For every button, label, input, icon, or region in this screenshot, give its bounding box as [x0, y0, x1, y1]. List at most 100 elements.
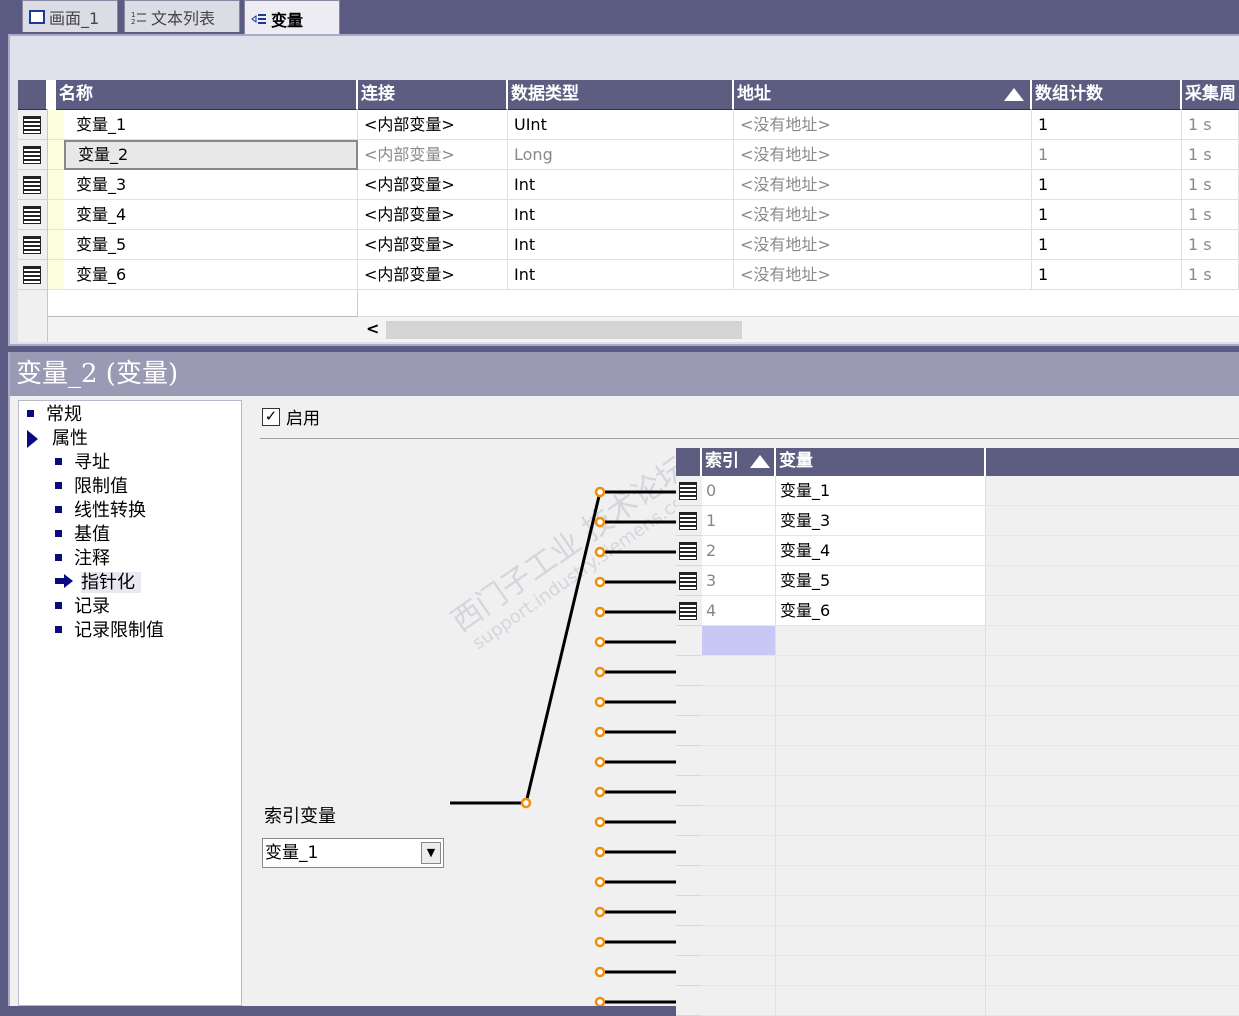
mux-cell-index[interactable]	[702, 956, 776, 986]
mux-row-header[interactable]	[676, 566, 702, 596]
tree-item[interactable]: 基值	[55, 523, 110, 547]
mux-cell-index[interactable]	[702, 896, 776, 926]
mux-row-header[interactable]	[676, 716, 702, 746]
mux-cell-tag[interactable]: 变量_3	[776, 506, 986, 536]
tree-item[interactable]: 指针化	[55, 571, 141, 595]
mux-cell-tag[interactable]	[776, 746, 986, 776]
mux-cell-index[interactable]	[702, 656, 776, 686]
mux-row-header[interactable]	[676, 626, 702, 656]
cell-type[interactable]: Int	[508, 200, 734, 230]
mux-cell-index[interactable]: 4	[702, 596, 776, 626]
mux-cell-index[interactable]	[702, 686, 776, 716]
mux-row-header[interactable]	[676, 506, 702, 536]
mux-cell-tag[interactable]	[776, 866, 986, 896]
cell-type[interactable]: Int	[508, 230, 734, 260]
cell-name[interactable]: 变量_6	[64, 260, 358, 290]
mux-cell-tag[interactable]	[776, 716, 986, 746]
mux-row-header[interactable]	[676, 686, 702, 716]
tab-tags[interactable]: 变量	[244, 0, 340, 36]
mux-cell-tag[interactable]	[776, 656, 986, 686]
cell-address[interactable]: <没有地址>	[734, 140, 1032, 170]
row-header[interactable]	[18, 140, 48, 170]
column-header-connection[interactable]: 连接	[358, 80, 508, 110]
mux-cell-index[interactable]	[702, 926, 776, 956]
column-header-tag[interactable]: 变量	[776, 448, 986, 476]
tree-item[interactable]: 寻址	[55, 451, 110, 475]
cell-cycle[interactable]: 1 s	[1182, 200, 1239, 230]
column-header-datatype[interactable]: 数据类型	[508, 80, 734, 110]
cell-type[interactable]: Int	[508, 170, 734, 200]
row-header[interactable]	[18, 110, 48, 140]
cell-connection[interactable]: <内部变量>	[358, 110, 508, 140]
tree-item[interactable]: 记录限制值	[55, 619, 164, 643]
mux-cell-index[interactable]	[702, 806, 776, 836]
cell-connection[interactable]: <内部变量>	[358, 140, 508, 170]
cell-name[interactable]: 变量_2	[64, 140, 358, 170]
mux-cell-index[interactable]	[702, 716, 776, 746]
cell-address[interactable]: <没有地址>	[734, 200, 1032, 230]
cell-cycle[interactable]: 1 s	[1182, 260, 1239, 290]
tab-screen-1[interactable]: 画面_1	[22, 0, 118, 32]
cell-count[interactable]: 1	[1032, 110, 1182, 140]
mux-cell-index[interactable]	[702, 986, 776, 1016]
mux-cell-tag[interactable]: 变量_5	[776, 566, 986, 596]
mux-row-header[interactable]	[676, 746, 702, 776]
mux-cell-tag[interactable]	[776, 956, 986, 986]
mux-cell-tag[interactable]	[776, 776, 986, 806]
cell-address[interactable]: <没有地址>	[734, 230, 1032, 260]
column-header-index[interactable]: 索引	[702, 448, 776, 476]
cell-count[interactable]: 1	[1032, 230, 1182, 260]
mux-cell-tag[interactable]: 变量_1	[776, 476, 986, 506]
column-header-array-count[interactable]: 数组计数	[1032, 80, 1182, 110]
cell-address[interactable]: <没有地址>	[734, 110, 1032, 140]
row-header[interactable]	[18, 260, 48, 290]
mux-row-header[interactable]	[676, 806, 702, 836]
tree-item[interactable]: 注释	[55, 547, 110, 571]
cell-name[interactable]: 变量_5	[64, 230, 358, 260]
mux-row-header[interactable]	[676, 596, 702, 626]
mux-cell-tag[interactable]: 变量_6	[776, 596, 986, 626]
mux-row-header[interactable]	[676, 836, 702, 866]
cell-cycle[interactable]: 1 s	[1182, 110, 1239, 140]
mux-cell-tag[interactable]	[776, 806, 986, 836]
cell-connection[interactable]: <内部变量>	[358, 260, 508, 290]
cell-name[interactable]: 变量_4	[64, 200, 358, 230]
mux-cell-tag[interactable]: 变量_4	[776, 536, 986, 566]
mux-row-header[interactable]	[676, 476, 702, 506]
mux-cell-index[interactable]	[702, 776, 776, 806]
cell-type[interactable]: Long	[508, 140, 734, 170]
mux-cell-tag[interactable]	[776, 626, 986, 656]
mux-cell-tag[interactable]	[776, 686, 986, 716]
column-header-name[interactable]: 名称	[56, 80, 358, 110]
mux-cell-index[interactable]: 3	[702, 566, 776, 596]
scrollbar-thumb[interactable]	[386, 321, 742, 339]
mux-cell-tag[interactable]	[776, 986, 986, 1016]
tab-text-list[interactable]: 12 文本列表	[124, 0, 240, 32]
tree-item[interactable]: 记录	[55, 595, 110, 619]
scroll-left-button[interactable]: <	[366, 319, 379, 338]
mux-row-header[interactable]	[676, 896, 702, 926]
cell-connection[interactable]: <内部变量>	[358, 200, 508, 230]
mux-row-header[interactable]	[676, 656, 702, 686]
cell-cycle[interactable]: 1 s	[1182, 170, 1239, 200]
cell-address[interactable]: <没有地址>	[734, 260, 1032, 290]
cell-count[interactable]: 1	[1032, 260, 1182, 290]
mux-row-header[interactable]	[676, 986, 702, 1016]
cell-type[interactable]: UInt	[508, 110, 734, 140]
horizontal-scrollbar[interactable]: <	[358, 316, 1239, 342]
mux-cell-index[interactable]: 0	[702, 476, 776, 506]
cell-count[interactable]: 1	[1032, 200, 1182, 230]
cell-count[interactable]: 1	[1032, 140, 1182, 170]
mux-cell-index[interactable]	[702, 836, 776, 866]
mux-cell-index[interactable]: 1	[702, 506, 776, 536]
mux-cell-index[interactable]: 2	[702, 536, 776, 566]
mux-row-header[interactable]	[676, 926, 702, 956]
cell-address[interactable]: <没有地址>	[734, 170, 1032, 200]
cell-cycle[interactable]: 1 s	[1182, 140, 1239, 170]
cell-count[interactable]: 1	[1032, 170, 1182, 200]
cell-connection[interactable]: <内部变量>	[358, 230, 508, 260]
mux-cell-tag[interactable]	[776, 836, 986, 866]
row-header[interactable]	[18, 170, 48, 200]
row-header[interactable]	[18, 200, 48, 230]
cell-cycle[interactable]: 1 s	[1182, 230, 1239, 260]
